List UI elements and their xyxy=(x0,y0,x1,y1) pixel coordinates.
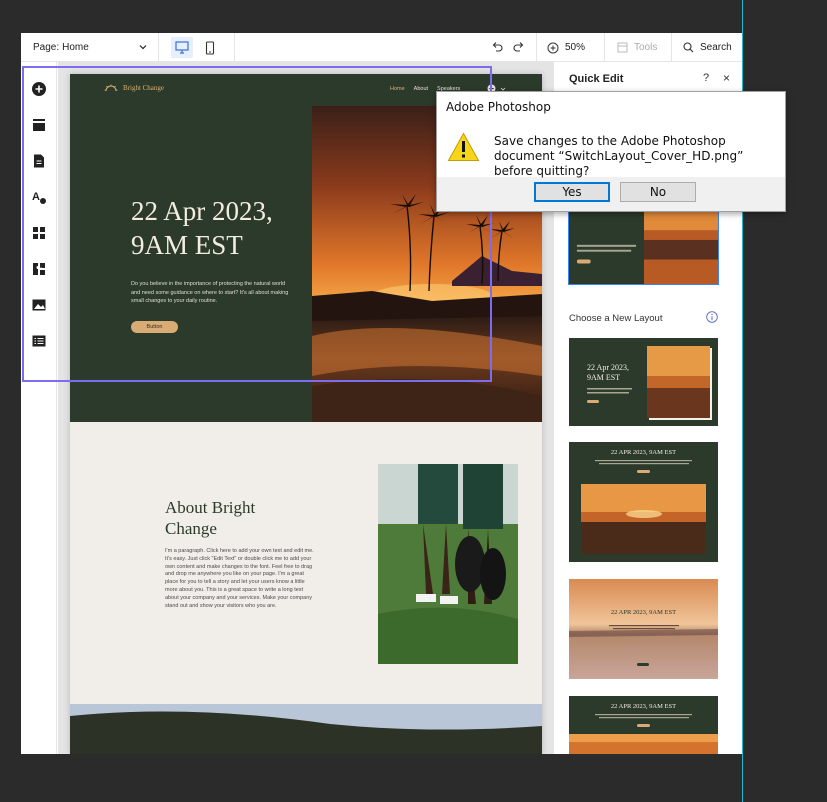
layout-option-3[interactable]: 22 APR 2023, 9AM EST xyxy=(569,579,718,679)
landscape-image[interactable] xyxy=(70,704,542,754)
tools-button[interactable]: Tools xyxy=(617,33,657,62)
hero-selection-outline xyxy=(22,66,492,382)
layout-option-4-title: 22 APR 2023, 9AM EST xyxy=(610,703,677,710)
undo-icon[interactable] xyxy=(490,40,504,54)
redo-icon[interactable] xyxy=(512,40,526,54)
layout-option-1-title: 22 Apr 2023, 9AM EST xyxy=(587,363,629,382)
search-label: Search xyxy=(700,42,732,53)
toolbar-divider xyxy=(604,33,605,62)
mobile-view-button[interactable] xyxy=(199,37,221,58)
toolbar-divider xyxy=(536,33,537,62)
save-changes-dialog: Adobe Photoshop Save changes to the Adob… xyxy=(436,91,786,212)
layout-option-3-art xyxy=(569,579,718,679)
chevron-down-icon xyxy=(139,45,147,50)
page-label: Page: xyxy=(33,42,60,53)
dialog-title: Adobe Photoshop xyxy=(437,92,785,121)
layout-option-3-title: 22 APR 2023, 9AM EST xyxy=(610,609,677,616)
top-toolbar: Page: Home 50% Tools Search xyxy=(21,33,742,62)
layout-option-2-title: 22 APR 2023, 9AM EST xyxy=(610,449,677,456)
info-icon[interactable] xyxy=(706,311,718,323)
zoom-value: 50% xyxy=(565,42,586,53)
layout-option-2[interactable]: 22 APR 2023, 9AM EST xyxy=(569,442,718,562)
layout-option-4[interactable]: 22 APR 2023, 9AM EST xyxy=(569,696,718,754)
warning-icon xyxy=(447,132,480,161)
mobile-icon xyxy=(205,40,215,55)
about-paragraph[interactable]: I'm a paragraph. Click here to add your … xyxy=(165,548,315,610)
page-selector[interactable]: Page: Home xyxy=(21,33,159,62)
tools-label: Tools xyxy=(634,42,658,53)
yes-button[interactable]: Yes xyxy=(534,182,610,202)
search-button[interactable]: Search xyxy=(683,33,732,62)
volunteers-image[interactable] xyxy=(378,464,518,664)
close-button[interactable]: × xyxy=(723,71,730,85)
layout-option-1[interactable]: 22 Apr 2023, 9AM EST xyxy=(569,338,718,426)
dialog-body: Save changes to the Adobe Photoshop docu… xyxy=(437,121,785,178)
tools-icon xyxy=(617,42,628,53)
desktop-view-button[interactable] xyxy=(171,37,193,58)
zoom-control[interactable]: 50% xyxy=(547,33,585,62)
about-title[interactable]: About Bright Change xyxy=(165,497,285,539)
desktop-icon xyxy=(175,41,189,54)
search-icon xyxy=(683,42,694,53)
page-value: Home xyxy=(62,42,89,53)
layout-option-2-art xyxy=(569,442,718,562)
toolbar-divider xyxy=(671,33,672,62)
zoom-icon xyxy=(547,42,559,53)
no-button[interactable]: No xyxy=(620,182,696,202)
toolbar-divider xyxy=(234,33,235,62)
help-button[interactable]: ? xyxy=(703,72,709,84)
dialog-message: Save changes to the Adobe Photoshop docu… xyxy=(494,134,744,178)
panel-title: Quick Edit xyxy=(569,73,624,85)
choose-layout-label: Choose a New Layout xyxy=(569,313,663,324)
